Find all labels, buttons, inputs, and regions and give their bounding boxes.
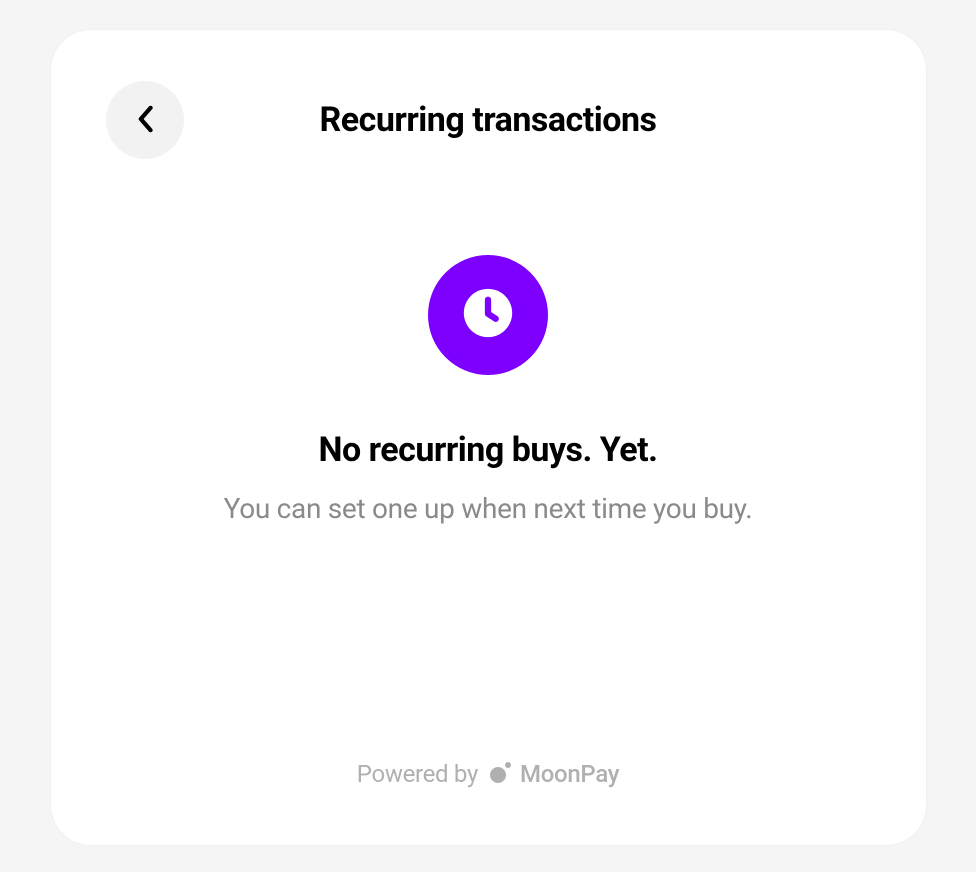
empty-state: No recurring buys. Yet. You can set one … — [106, 160, 871, 759]
recurring-transactions-card: Recurring transactions No recurring buys… — [51, 30, 926, 845]
clock-icon-badge — [428, 255, 548, 375]
footer: Powered by MoonPay — [106, 759, 871, 795]
chevron-left-icon — [135, 105, 155, 136]
header: Recurring transactions — [106, 80, 871, 160]
page-title: Recurring transactions — [320, 100, 657, 140]
moonpay-logo-text: MoonPay — [520, 760, 619, 788]
empty-state-title: No recurring buys. Yet. — [319, 430, 658, 470]
moonpay-logo-icon — [488, 759, 514, 789]
empty-state-subtitle: You can set one up when next time you bu… — [224, 492, 753, 525]
moonpay-logo: MoonPay — [488, 759, 619, 789]
back-button[interactable] — [106, 81, 184, 159]
powered-by-label: Powered by — [357, 760, 478, 788]
clock-icon — [459, 284, 517, 346]
